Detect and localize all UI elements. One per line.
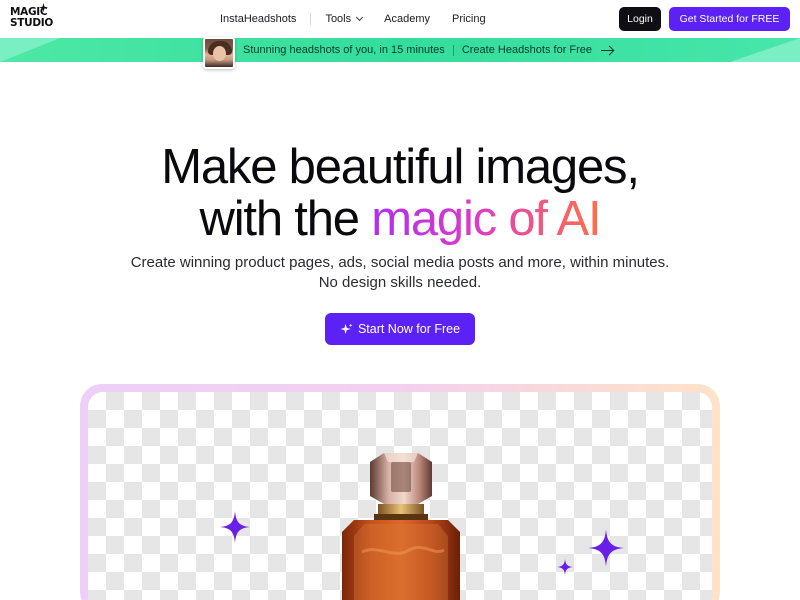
sparkle-icon (220, 511, 250, 543)
banner-link[interactable]: Create Headshots for Free (462, 44, 592, 56)
banner-text: Stunning headshots of you, in 15 minutes (243, 44, 445, 56)
get-started-button[interactable]: Get Started for FREE (669, 7, 790, 31)
start-now-label: Start Now for Free (357, 322, 461, 336)
top-nav: MAGIC STUDIO InstaHeadshots Tools Academ… (0, 0, 800, 38)
start-now-button[interactable]: Start Now for Free (325, 313, 475, 345)
hero-subtitle-line1: Create winning product pages, ads, socia… (130, 254, 670, 271)
nav-links: InstaHeadshots Tools Academy Pricing (220, 0, 486, 38)
nav-divider (310, 13, 312, 25)
hero-title-line1: Make beautiful images, (161, 140, 640, 194)
sparkle-icon (557, 559, 573, 575)
logo-text-bottom: STUDIO (10, 17, 53, 29)
hero-title-line2-plain: with the (199, 192, 372, 246)
banner-decoration-left (0, 38, 60, 62)
sparkle-icon (340, 322, 353, 334)
nav-link-tools-label: Tools (325, 13, 352, 25)
logo-sparkle-icon (39, 3, 48, 12)
banner-decoration-right (730, 38, 800, 62)
nav-link-instaheadshots[interactable]: InstaHeadshots (220, 0, 296, 38)
nav-link-tools[interactable]: Tools (325, 0, 364, 38)
magic-studio-logo[interactable]: MAGIC STUDIO (10, 3, 53, 33)
hero-title: Make beautiful images, with the magic of… (0, 141, 800, 245)
login-button[interactable]: Login (619, 7, 661, 31)
headshot-avatar (203, 37, 235, 69)
banner-divider (452, 44, 454, 56)
hero-title-gradient: magic of AI (371, 192, 601, 246)
nav-link-pricing[interactable]: Pricing (452, 0, 486, 38)
arrow-right-icon[interactable] (601, 45, 614, 55)
banner-content: Stunning headshots of you, in 15 minutes… (243, 38, 614, 62)
nav-link-academy[interactable]: Academy (384, 0, 430, 38)
avatar-face (213, 46, 226, 61)
sparkle-icon (588, 529, 624, 567)
hero-subtitle-line2: No design skills needed. (318, 274, 482, 291)
perfume-bottle-image (342, 453, 460, 600)
chevron-down-icon (356, 13, 364, 22)
hero-subtitle: Create winning product pages, ads, socia… (0, 253, 800, 293)
